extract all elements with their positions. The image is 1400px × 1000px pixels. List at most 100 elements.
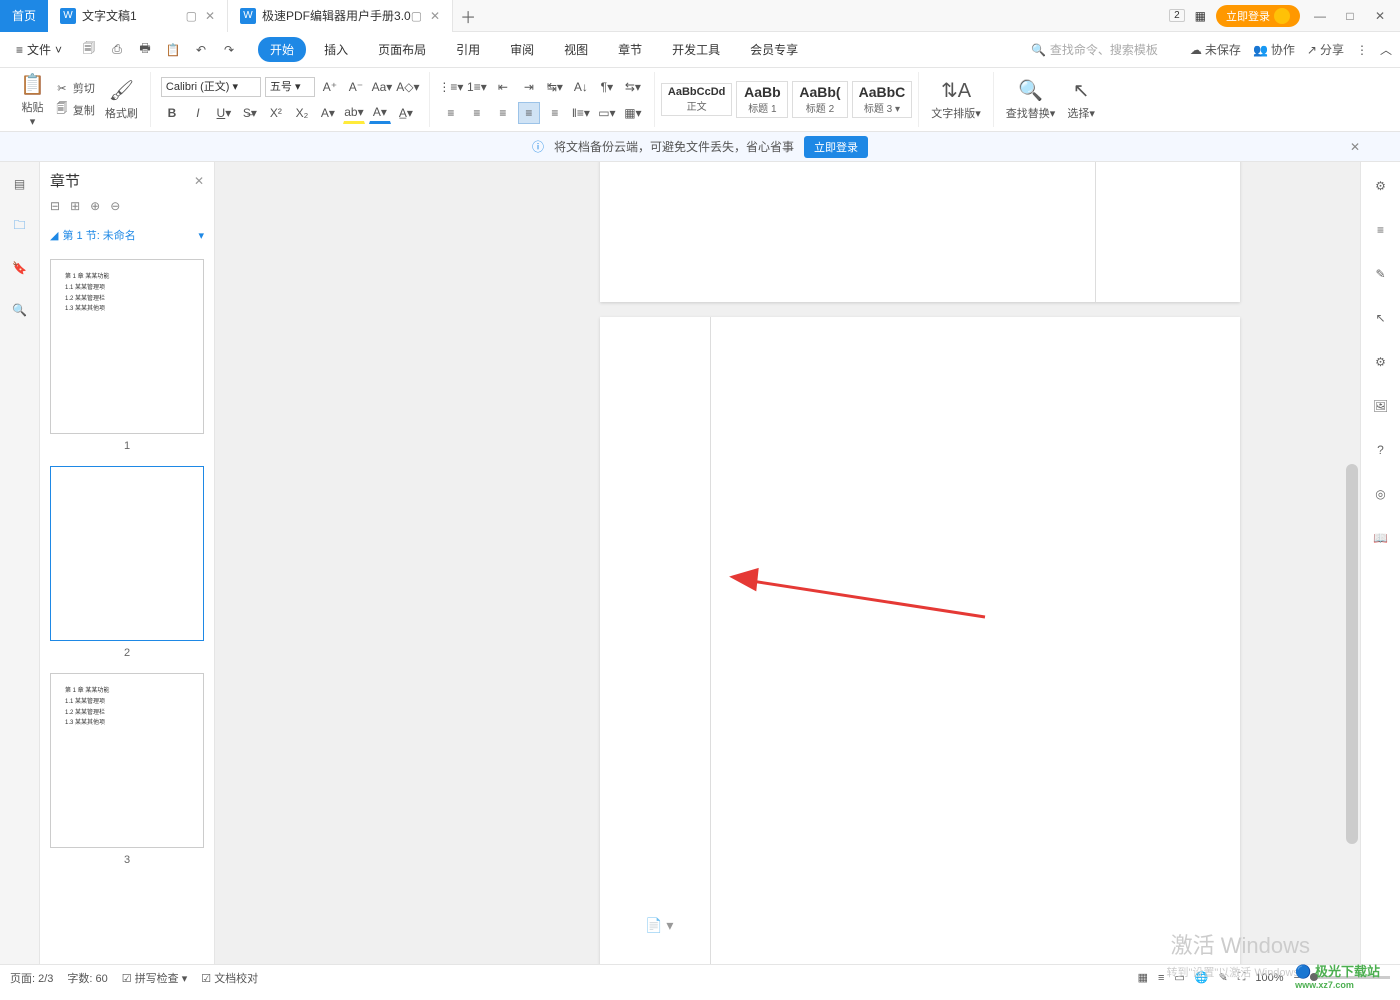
align-justify-icon[interactable]: ≡ [518, 102, 540, 124]
image-pane-icon[interactable]: 🖼 [1369, 394, 1393, 418]
save-icon[interactable]: 🗐 [80, 41, 98, 59]
distribute-icon[interactable]: ≡ [544, 102, 566, 124]
align-center-icon[interactable]: ≡ [466, 102, 488, 124]
paste-button[interactable]: 📋粘贴 ▾ [14, 70, 51, 130]
status-page[interactable]: 页面: 2/3 [10, 970, 53, 986]
subscript-icon[interactable]: X₂ [291, 102, 313, 124]
collapse-pane-icon[interactable]: ≡ [1369, 218, 1393, 242]
tool-collapse-icon[interactable]: ⊟ [50, 199, 60, 213]
cut-button[interactable]: ✂剪切 [51, 79, 99, 97]
collab-button[interactable]: 👥 协作 [1253, 41, 1295, 58]
login-button[interactable]: 立即登录 [1216, 5, 1300, 27]
undo-icon[interactable]: ↶ [192, 41, 210, 59]
style-h1[interactable]: AaBb标题 1 [736, 81, 788, 118]
help-pane-icon[interactable]: ? [1369, 438, 1393, 462]
minimize-icon[interactable]: — [1310, 9, 1330, 23]
status-spell[interactable]: ☑ 拼写检查 ▾ [122, 970, 188, 986]
char-spacing-icon[interactable]: ↹▾ [544, 76, 566, 98]
tab-insert[interactable]: 插入 [312, 37, 360, 62]
close-icon[interactable]: ✕ [1370, 9, 1390, 23]
tab-char-icon[interactable]: ⇆▾ [622, 76, 644, 98]
tab-doc-1[interactable]: W 极速PDF编辑器用户手册3.0 ▢✕ [228, 0, 453, 32]
tab-home[interactable]: 首页 [0, 0, 48, 32]
bold-icon[interactable]: B [161, 102, 183, 124]
tab-dev[interactable]: 开发工具 [660, 37, 732, 62]
text-layout-button[interactable]: ⇅A文字排版▾ [925, 76, 987, 123]
tab-start[interactable]: 开始 [258, 37, 306, 62]
tab-doc-0[interactable]: W 文字文稿1 ▢✕ [48, 0, 228, 32]
status-proof[interactable]: ☑ 文档校对 [201, 970, 258, 986]
align-right-icon[interactable]: ≡ [492, 102, 514, 124]
copy-button[interactable]: 🗐复制 [51, 99, 99, 120]
superscript-icon[interactable]: X² [265, 102, 287, 124]
scrollbar-thumb[interactable] [1346, 464, 1358, 844]
more-icon[interactable]: ⋮ [1356, 43, 1368, 57]
chapters-icon[interactable]: 🗀 [8, 214, 32, 238]
tool-expand-icon[interactable]: ⊞ [70, 199, 80, 213]
redo-icon[interactable]: ↷ [220, 41, 238, 59]
share-button[interactable]: ↗ 分享 [1307, 41, 1344, 58]
tool-remove-icon[interactable]: ⊖ [110, 199, 120, 213]
bookmark-icon[interactable]: 🔖 [8, 256, 32, 280]
format-painter-button[interactable]: 🖌格式刷 [99, 76, 144, 123]
page-options-icon[interactable]: 📄 ▾ [645, 917, 673, 934]
tab-review[interactable]: 审阅 [498, 37, 546, 62]
print-icon[interactable]: 🖶 [136, 41, 154, 59]
panel-close-icon[interactable]: ✕ [194, 174, 204, 188]
thumb-2[interactable] [50, 466, 204, 641]
highlight-icon[interactable]: ab▾ [343, 102, 365, 124]
style-h3[interactable]: AaBbC标题 3 ▾ [852, 81, 913, 118]
banner-login-button[interactable]: 立即登录 [804, 136, 868, 158]
text-effect-icon[interactable]: A▾ [317, 102, 339, 124]
underline-icon[interactable]: U▾ [213, 102, 235, 124]
search-panel-icon[interactable]: 🔍 [8, 298, 32, 322]
indent-inc-icon[interactable]: ⇥ [518, 76, 540, 98]
book-pane-icon[interactable]: 📖 [1369, 526, 1393, 550]
tab-member[interactable]: 会员专享 [738, 37, 810, 62]
grow-font-icon[interactable]: A⁺ [319, 76, 341, 98]
export-icon[interactable]: ⎙ [108, 41, 126, 59]
line-spacing-icon[interactable]: ‖≡▾ [570, 102, 592, 124]
outline-icon[interactable]: ▤ [8, 172, 32, 196]
view-page-icon[interactable]: ▦ [1138, 971, 1148, 984]
section-heading[interactable]: ◢ 第 1 节: 未命名▾ [40, 221, 214, 249]
unsaved-indicator[interactable]: ☁ 未保存 [1190, 41, 1241, 58]
para-shading-icon[interactable]: ▭▾ [596, 102, 618, 124]
target-pane-icon[interactable]: ◎ [1369, 482, 1393, 506]
show-marks-icon[interactable]: ¶▾ [596, 76, 618, 98]
view-outline-icon[interactable]: ≡ [1158, 972, 1164, 984]
style-h2[interactable]: AaBb(标题 2 [792, 81, 847, 118]
italic-icon[interactable]: I [187, 102, 209, 124]
preview-icon[interactable]: 📋 [164, 41, 182, 59]
font-size-select[interactable]: 五号 ▾ [265, 77, 315, 97]
scrollbar[interactable] [1346, 164, 1358, 964]
banner-close-icon[interactable]: ✕ [1350, 140, 1360, 154]
borders-icon[interactable]: ▦▾ [622, 102, 644, 124]
tab-layout[interactable]: 页面布局 [366, 37, 438, 62]
settings-pane-icon[interactable]: ⚙ [1369, 350, 1393, 374]
apps-icon[interactable]: ▦ [1195, 9, 1206, 23]
collapse-icon[interactable]: ︿ [1380, 41, 1392, 58]
indent-dec-icon[interactable]: ⇤ [492, 76, 514, 98]
tool-add-icon[interactable]: ⊕ [90, 199, 100, 213]
tab-add[interactable]: ＋ [453, 0, 483, 32]
style-pane-icon[interactable]: ⚙ [1369, 174, 1393, 198]
cursor-pane-icon[interactable]: ↖ [1369, 306, 1393, 330]
status-words[interactable]: 字数: 60 [67, 970, 107, 986]
sort-icon[interactable]: A↓ [570, 76, 592, 98]
shrink-font-icon[interactable]: A⁻ [345, 76, 367, 98]
style-normal[interactable]: AaBbCcDd正文 [661, 83, 732, 116]
file-menu[interactable]: ≡ 文件 ˅ [8, 41, 70, 58]
change-case-icon[interactable]: Aa▾ [371, 76, 393, 98]
shading-icon[interactable]: A̲▾ [395, 102, 417, 124]
maximize-icon[interactable]: □ [1340, 9, 1360, 23]
strike-icon[interactable]: S̶▾ [239, 102, 261, 124]
clear-format-icon[interactable]: A◇▾ [397, 76, 419, 98]
tab-view[interactable]: 视图 [552, 37, 600, 62]
search-input[interactable]: 🔍 查找命令、搜索模板 [1031, 41, 1158, 58]
thumb-3[interactable]: 第 1 章 某某功能 1.1 某某管理项 1.2 某某管理栏 1.3 某某其他项 [50, 673, 204, 848]
edit-pane-icon[interactable]: ✎ [1369, 262, 1393, 286]
bullets-icon[interactable]: ⋮≡▾ [440, 76, 462, 98]
select-button[interactable]: ↖选择▾ [1061, 76, 1101, 123]
tab-close-icon[interactable]: ✕ [205, 9, 215, 23]
